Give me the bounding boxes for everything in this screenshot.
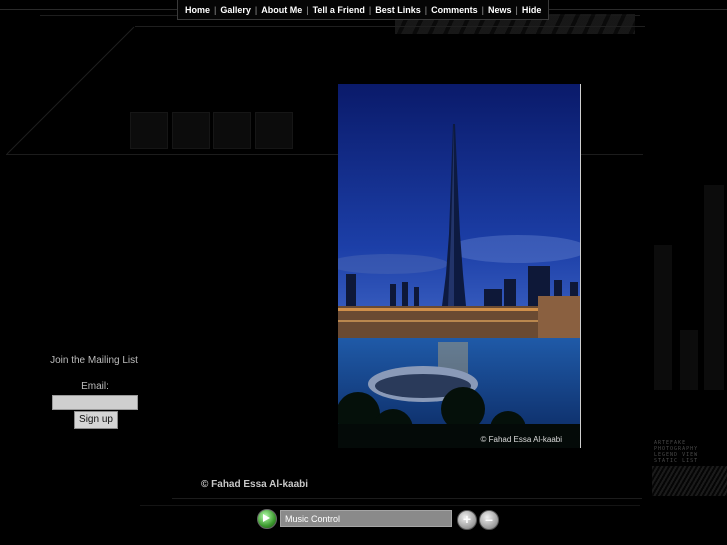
nav-hide-link[interactable]: Hide <box>521 5 543 15</box>
side-caption: ARTEFAKE PHOTOGRAPHY LEGEND VIEW STATIC … <box>654 440 699 464</box>
volume-down-button[interactable]: – <box>479 510 499 530</box>
footer-line-2 <box>140 505 640 506</box>
nav-separator: | <box>254 4 258 15</box>
nav-news-link[interactable]: News <box>487 5 513 15</box>
photo-credit: © Fahad Essa Al-kaabi <box>480 435 563 444</box>
nav-separator: | <box>214 4 217 15</box>
top-navigation: Home | Gallery | About Me | Tell a Frien… <box>177 0 550 20</box>
copyright-text: © Fahad Essa Al-kaabi <box>201 479 309 490</box>
frame-top-line <box>135 26 645 27</box>
decorative-square <box>213 112 251 149</box>
nav-separator: | <box>515 4 518 15</box>
nav-separator: | <box>424 4 428 15</box>
email-label: Email: <box>81 381 109 392</box>
nav-tell-friend-link[interactable]: Tell a Friend <box>312 5 366 15</box>
nav-separator: | <box>481 4 484 15</box>
mailing-list-title: Join the Mailing List <box>50 355 138 366</box>
decorative-bar <box>704 185 724 390</box>
music-control-bar[interactable]: Music Control <box>280 510 452 527</box>
decorative-square <box>255 112 293 149</box>
decorative-square <box>130 112 168 149</box>
signup-button[interactable]: Sign up <box>74 411 118 429</box>
nav-about-link[interactable]: About Me <box>260 5 303 15</box>
decorative-bar <box>654 245 672 390</box>
decorative-square <box>172 112 210 149</box>
nav-separator: | <box>368 4 372 15</box>
decorative-bar <box>680 330 698 390</box>
nav-comments-link[interactable]: Comments <box>430 5 479 15</box>
play-icon <box>263 514 270 522</box>
gallery-photo[interactable]: © Fahad Essa Al-kaabi <box>338 84 581 448</box>
nav-separator: | <box>306 4 309 15</box>
volume-up-button[interactable]: + <box>457 510 477 530</box>
nav-best-links-link[interactable]: Best Links <box>374 5 422 15</box>
decorative-hatch <box>652 466 727 496</box>
nav-home-link[interactable]: Home <box>184 5 211 15</box>
footer-line <box>172 498 642 499</box>
email-field[interactable] <box>52 395 138 410</box>
city-skyline-image <box>338 84 580 448</box>
nav-gallery-link[interactable]: Gallery <box>219 5 252 15</box>
